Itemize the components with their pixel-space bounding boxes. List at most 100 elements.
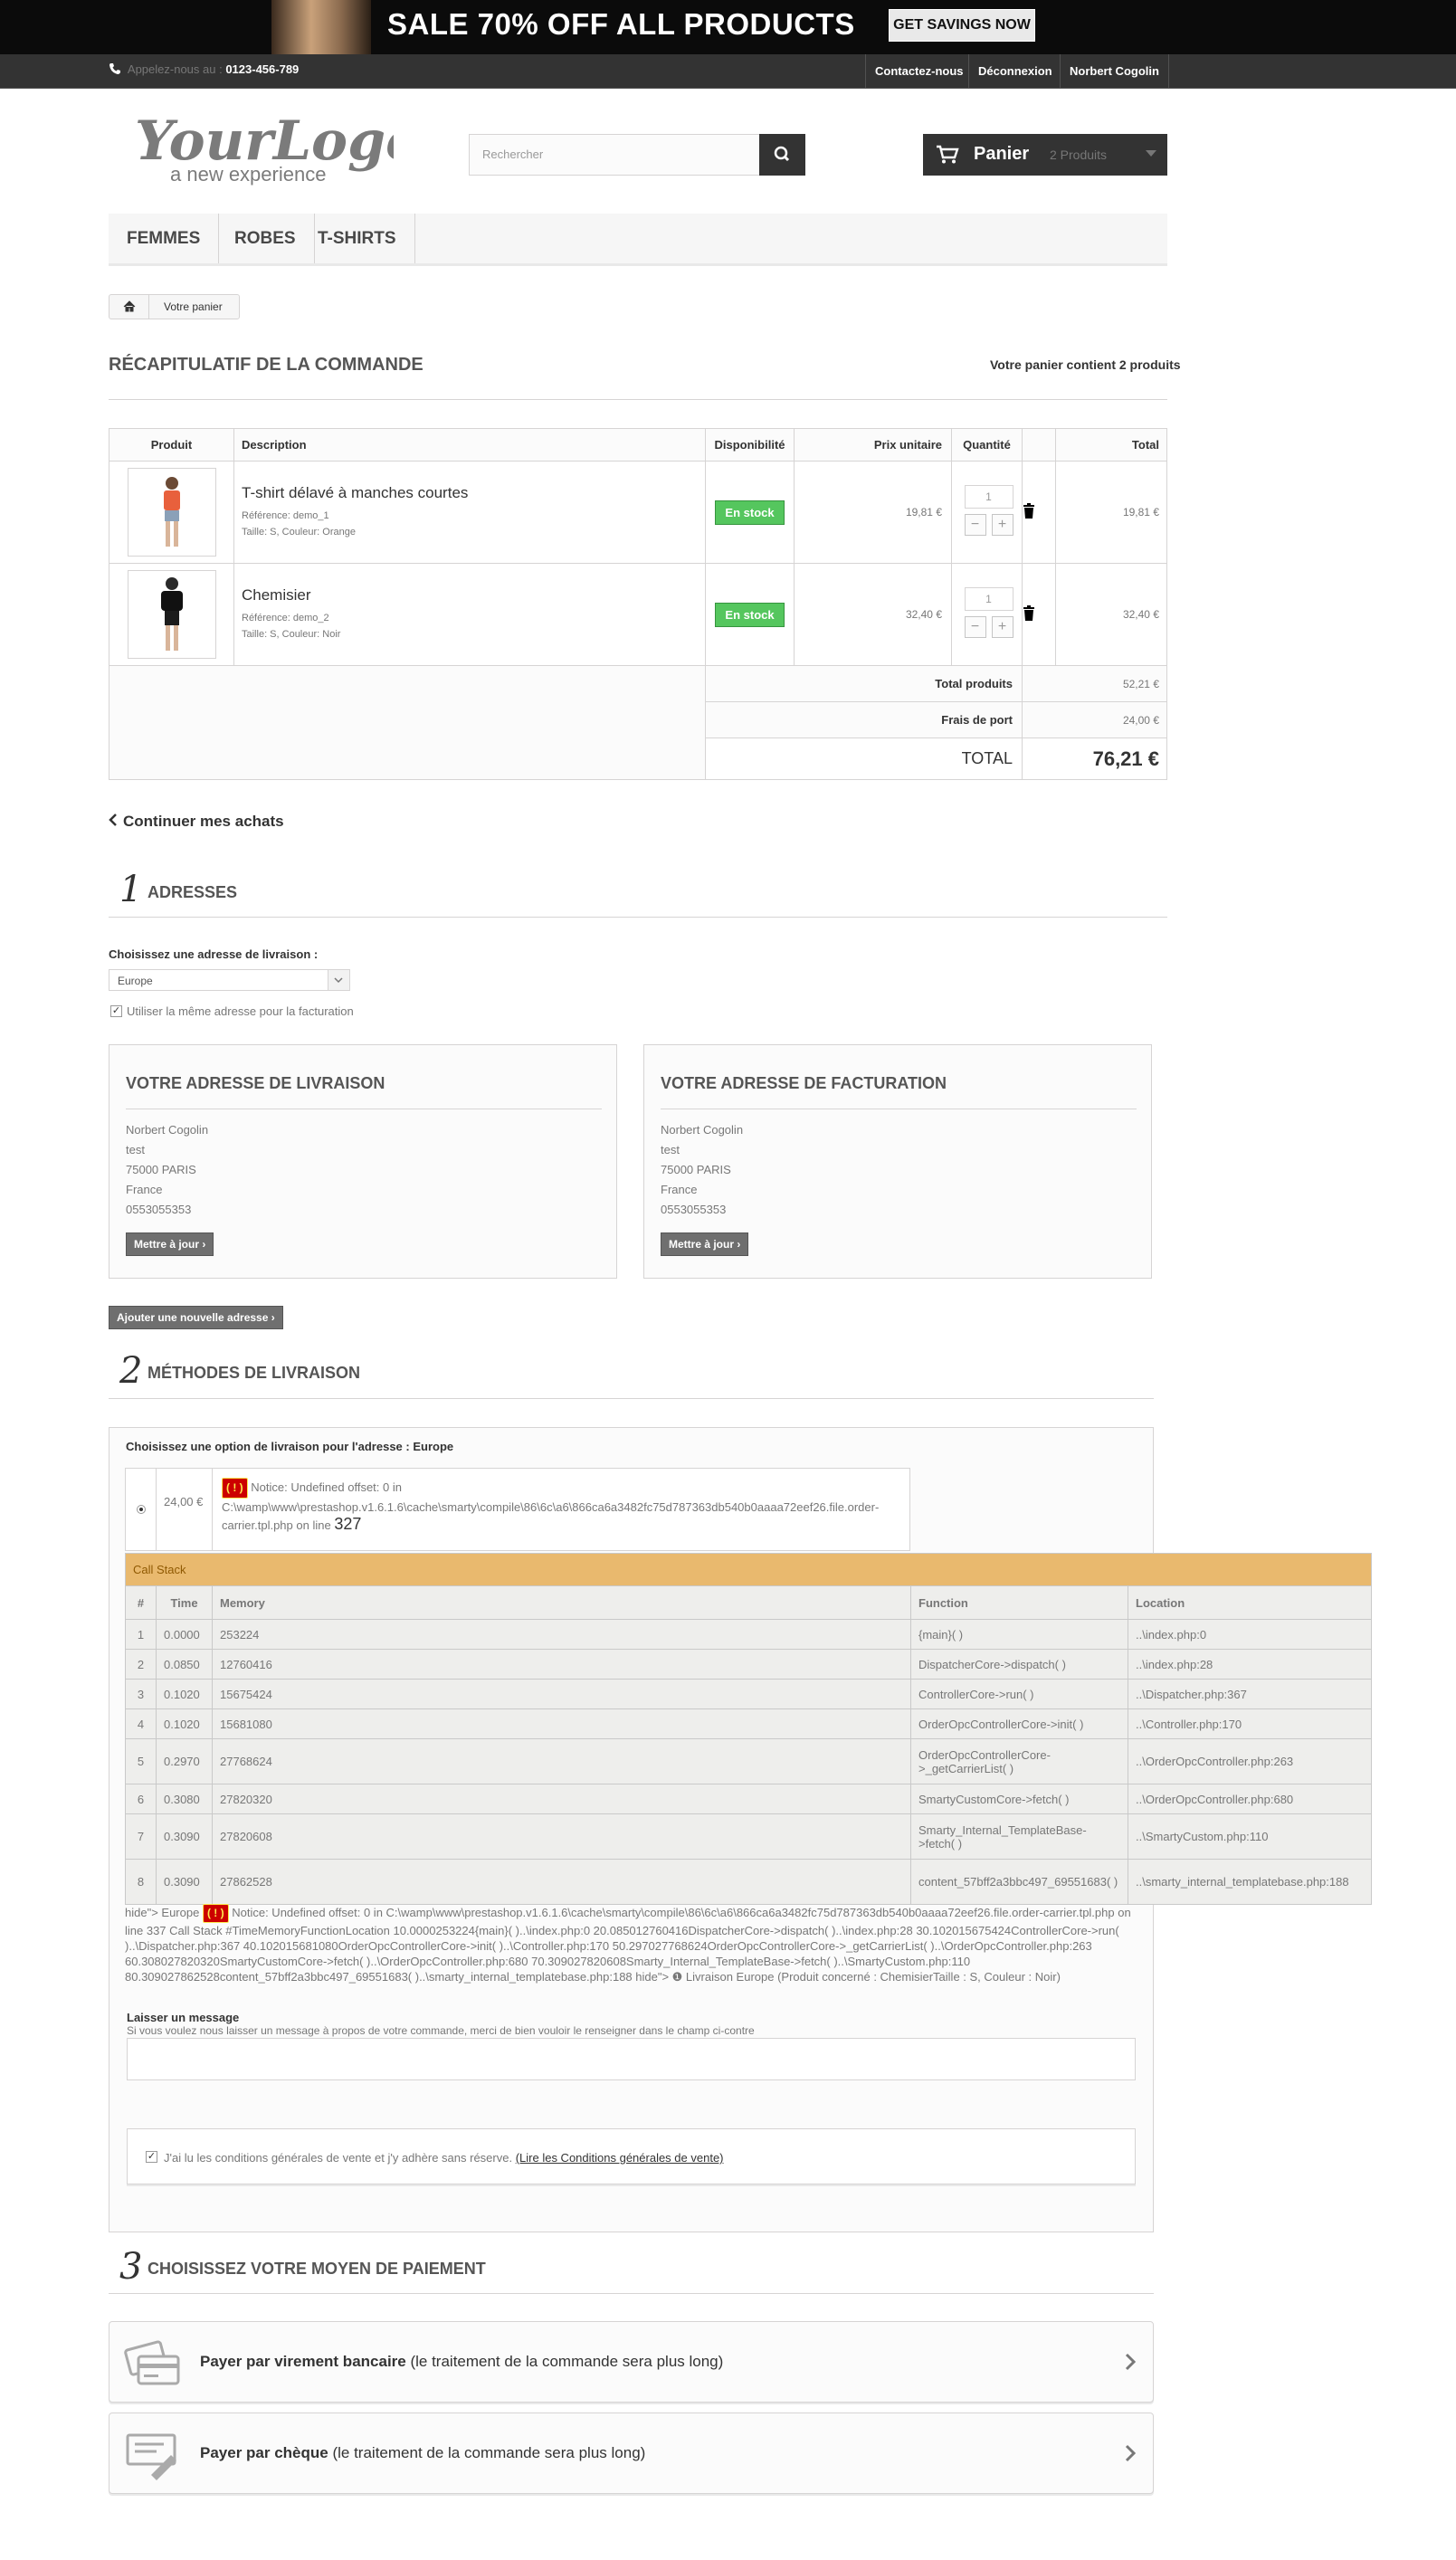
delivery-radio[interactable] bbox=[137, 1505, 146, 1514]
product-image[interactable] bbox=[127, 570, 216, 659]
address-line: France bbox=[661, 1183, 698, 1196]
col-unit-price: Prix unitaire bbox=[794, 428, 952, 462]
search-input[interactable]: Rechercher bbox=[469, 134, 805, 176]
cheque-label: Payer par chèque (le traitement de la co… bbox=[200, 2444, 646, 2461]
breadcrumb: Votre panier bbox=[109, 294, 240, 319]
address-line: test bbox=[661, 1143, 680, 1156]
delivery-options-title: Choisissez une option de livraison pour … bbox=[126, 1440, 454, 1453]
call-stack-cell: 0.3090 bbox=[156, 1859, 213, 1905]
product-attributes[interactable]: Taille: S, Couleur: Noir bbox=[242, 626, 698, 642]
menu-item-tshirts[interactable]: T-SHIRTS bbox=[300, 214, 415, 263]
table-row: Chemisier Référence: demo_2 Taille: S, C… bbox=[109, 563, 1167, 666]
call-stack-cell: OrderOpcControllerCore->_getCarrierList(… bbox=[910, 1738, 1128, 1784]
table-row: 2 0.0850 12760416 DispatcherCore->dispatch(… bbox=[125, 1649, 1372, 1680]
button-label: Mettre à jour bbox=[134, 1238, 200, 1251]
call-stack-cell: 15681080 bbox=[212, 1708, 911, 1739]
col-quantity: Quantité bbox=[951, 428, 1023, 462]
pay-bank-wire-option[interactable]: Payer par virement bancaire (le traiteme… bbox=[109, 2321, 1154, 2403]
continue-label: Continuer mes achats bbox=[123, 813, 284, 830]
button-label: Ajouter une nouvelle adresse bbox=[117, 1311, 269, 1324]
decrease-quantity-button[interactable]: − bbox=[964, 616, 986, 638]
shop-logo[interactable]: YourLogo a new experience bbox=[131, 107, 394, 186]
banner-sale-text: SALE 70% OFF ALL PRODUCTS bbox=[387, 7, 855, 41]
breadcrumb-home[interactable] bbox=[109, 295, 149, 319]
product-name-link[interactable]: Chemisier bbox=[242, 586, 698, 604]
terms-link[interactable]: (Lire les Conditions générales de vente) bbox=[516, 2151, 724, 2165]
divider bbox=[109, 399, 1167, 400]
product-reference: Référence: demo_2 bbox=[242, 613, 329, 623]
call-stack-cell: content_57bff2a3bbc497_69551683( ) bbox=[910, 1859, 1128, 1905]
delete-cell bbox=[1022, 563, 1056, 666]
quantity-input[interactable]: 1 bbox=[964, 587, 1013, 611]
promo-banner[interactable]: SALE 70% OFF ALL PRODUCTS GET SAVINGS NO… bbox=[0, 0, 1456, 54]
get-savings-button[interactable]: GET SAVINGS NOW bbox=[889, 9, 1035, 42]
call-stack-cell: 4 bbox=[125, 1708, 157, 1739]
trash-icon[interactable] bbox=[1023, 604, 1035, 622]
call-stack-cell: 27820320 bbox=[212, 1784, 911, 1814]
update-delivery-address-button[interactable]: Mettre à jour › bbox=[126, 1232, 214, 1256]
call-stack-cell: ControllerCore->run( ) bbox=[910, 1679, 1128, 1709]
product-image-cell bbox=[109, 563, 234, 666]
chevron-down-icon[interactable] bbox=[1146, 150, 1156, 157]
total-products-value: 52,21 € bbox=[1022, 665, 1167, 702]
address-line: Norbert Cogolin bbox=[661, 1123, 744, 1137]
account-link[interactable]: Norbert Cogolin bbox=[1060, 54, 1169, 89]
decrease-quantity-button[interactable]: − bbox=[964, 514, 986, 536]
banner-model-image bbox=[271, 0, 371, 54]
address-line: 0553055353 bbox=[661, 1203, 727, 1216]
table-row: 5 0.2970 27768624 OrderOpcControllerCore->_… bbox=[125, 1738, 1372, 1784]
update-invoice-address-button[interactable]: Mettre à jour › bbox=[661, 1232, 749, 1256]
delete-cell bbox=[1022, 461, 1056, 564]
cart-icon bbox=[937, 145, 959, 164]
total-products-label: Total produits bbox=[705, 665, 1023, 702]
call-stack-cell: 0.0000 bbox=[156, 1619, 213, 1650]
terms-checkbox[interactable]: ✓ bbox=[146, 2151, 157, 2163]
trash-icon[interactable] bbox=[1023, 502, 1035, 519]
call-stack-cell: 27862528 bbox=[212, 1859, 911, 1905]
choose-address-label: Choisissez une adresse de livraison : bbox=[109, 947, 319, 961]
unit-price: 32,40 € bbox=[794, 563, 952, 666]
address-line: France bbox=[126, 1183, 163, 1196]
pay-cheque-option[interactable]: Payer par chèque (le traitement de la co… bbox=[109, 2412, 1154, 2494]
product-attributes[interactable]: Taille: S, Couleur: Orange bbox=[242, 524, 698, 540]
select-arrow[interactable] bbox=[328, 970, 349, 990]
cart-block[interactable]: Panier 2 Produits bbox=[923, 134, 1167, 176]
product-reference: Référence: demo_1 bbox=[242, 510, 329, 521]
menu-item-femmes[interactable]: FEMMES bbox=[109, 214, 220, 263]
call-stack-header: Call Stack bbox=[125, 1553, 1372, 1586]
empty-cell bbox=[109, 665, 706, 780]
quantity-input[interactable]: 1 bbox=[964, 485, 1013, 509]
shipping-label: Frais de port bbox=[705, 701, 1023, 738]
call-stack-cell: DispatcherCore->dispatch( ) bbox=[910, 1649, 1128, 1680]
call-stack-cell: 12760416 bbox=[212, 1649, 911, 1680]
call-stack-cell: ..\OrderOpcController.php:263 bbox=[1128, 1738, 1372, 1784]
address-select[interactable]: Europe bbox=[109, 969, 350, 991]
error-badge: ( ! ) bbox=[202, 1904, 229, 1923]
chevron-right-icon bbox=[1125, 2353, 1137, 2371]
message-textarea[interactable] bbox=[127, 2038, 1136, 2080]
divider bbox=[109, 1398, 1154, 1399]
terms-box: ✓ J'ai lu les conditions générales de ve… bbox=[127, 2128, 1136, 2184]
terms-text: J'ai lu les conditions générales de vent… bbox=[164, 2151, 513, 2165]
bank-wire-label: Payer par virement bancaire (le traiteme… bbox=[200, 2353, 724, 2370]
table-row: 3 0.1020 15675424 ControllerCore->run( ) ..\… bbox=[125, 1679, 1372, 1709]
call-stack-cell: ..\smarty_internal_templatebase.php:188 bbox=[1128, 1859, 1372, 1905]
call-stack-cell: {main}( ) bbox=[910, 1619, 1128, 1650]
increase-quantity-button[interactable]: + bbox=[991, 514, 1013, 536]
grand-total-label: TOTAL bbox=[705, 738, 1023, 780]
search-button[interactable] bbox=[759, 134, 805, 176]
increase-quantity-button[interactable]: + bbox=[991, 616, 1013, 638]
top-nav-bar: Appelez-nous au : 0123-456-789 Contactez… bbox=[0, 54, 1456, 89]
continue-shopping-link[interactable]: Continuer mes achats bbox=[109, 813, 284, 831]
product-image[interactable] bbox=[127, 468, 216, 557]
contact-link[interactable]: Contactez-nous bbox=[865, 54, 973, 89]
product-name-link[interactable]: T-shirt délavé à manches courtes bbox=[242, 484, 698, 502]
address-select-value: Europe bbox=[118, 975, 153, 987]
call-stack-cell: 0.1020 bbox=[156, 1679, 213, 1709]
add-address-button[interactable]: Ajouter une nouvelle adresse › bbox=[109, 1306, 283, 1329]
logout-link[interactable]: Déconnexion bbox=[968, 54, 1061, 89]
divider bbox=[109, 2293, 1154, 2294]
same-address-checkbox[interactable]: ✓ bbox=[110, 1005, 122, 1017]
table-row: 6 0.3080 27820320 SmartyCustomCore->fetch( … bbox=[125, 1784, 1372, 1814]
address-line: test bbox=[126, 1143, 145, 1156]
